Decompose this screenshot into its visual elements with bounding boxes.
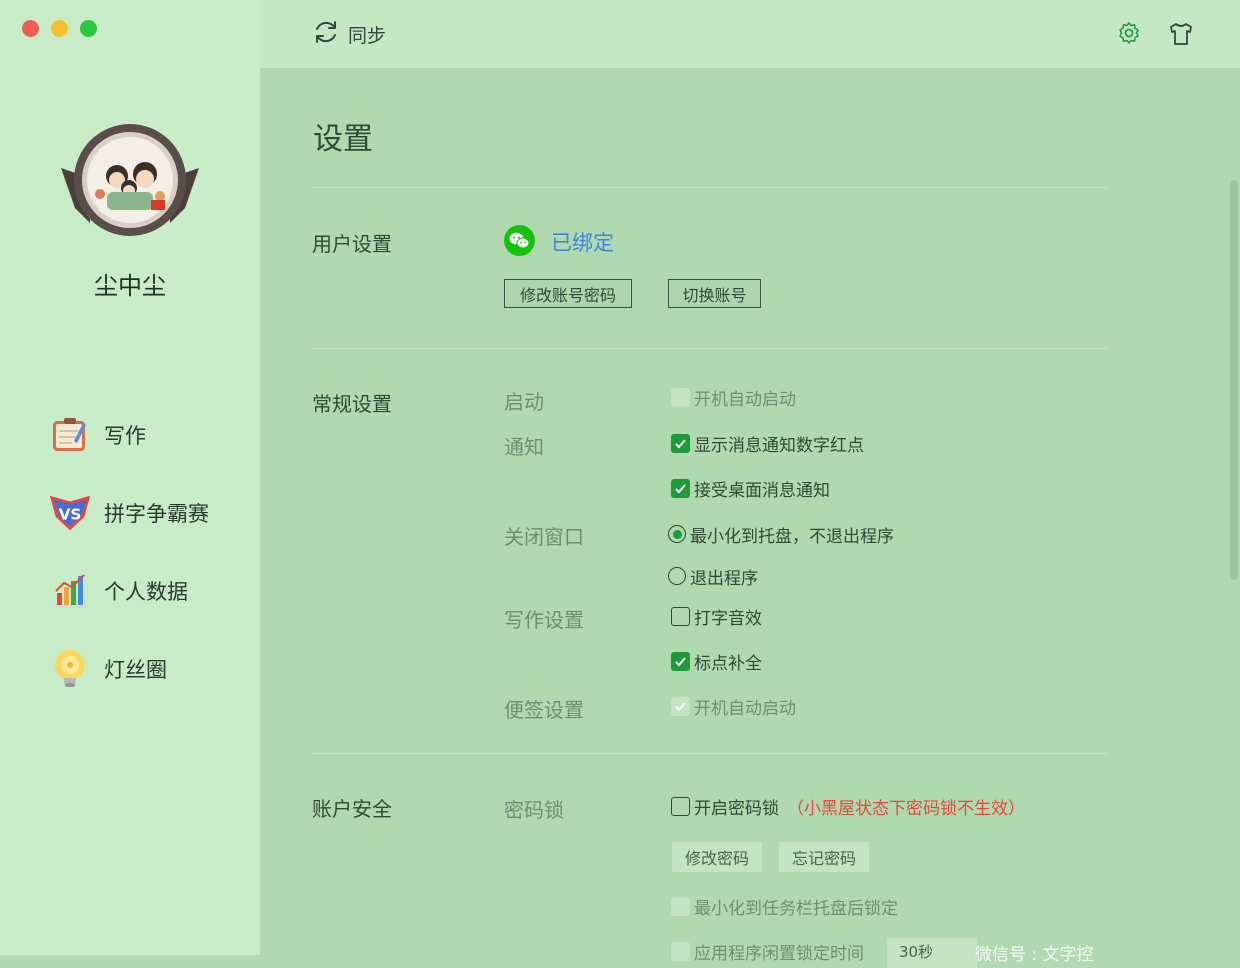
- gear-icon[interactable]: [1117, 21, 1141, 49]
- section-title-general: 常规设置: [312, 392, 392, 416]
- skin-shirt-icon[interactable]: [1168, 21, 1194, 51]
- idle-lock-option: 应用程序闲置锁定时间: [671, 940, 864, 964]
- avatar[interactable]: [55, 118, 205, 243]
- notify-badge-option[interactable]: 显示消息通知数字红点: [671, 432, 864, 456]
- note-startup-option: 开机自动启动: [671, 695, 796, 719]
- sidebar-item-write[interactable]: 写作: [48, 396, 209, 474]
- punctuation-complete-checkbox[interactable]: [671, 651, 690, 671]
- divider: [312, 187, 1108, 188]
- minimize-to-tray-option[interactable]: 最小化到托盘，不退出程序: [668, 523, 894, 547]
- minimize-to-tray-radio[interactable]: [668, 525, 686, 543]
- sync-label: 同步: [348, 24, 387, 47]
- close-window-label: 关闭窗口: [504, 525, 584, 549]
- option-label: 显示消息通知数字红点: [694, 435, 864, 456]
- sidebar-item-label: 写作: [104, 424, 146, 448]
- modify-password-button[interactable]: 修改密码: [672, 842, 762, 872]
- desktop-notify-checkbox[interactable]: [671, 478, 690, 498]
- startup-label: 启动: [504, 390, 544, 414]
- option-label: 最小化到任务栏托盘后锁定: [694, 898, 898, 919]
- change-account-password-button[interactable]: 修改账号密码: [504, 279, 632, 308]
- option-label: 标点补全: [694, 653, 762, 674]
- option-label: 退出程序: [690, 568, 758, 589]
- option-label: 打字音效: [694, 608, 762, 629]
- typing-sound-checkbox[interactable]: [671, 606, 690, 626]
- notify-badge-checkbox[interactable]: [671, 433, 690, 453]
- punctuation-complete-option[interactable]: 标点补全: [671, 650, 762, 674]
- sidebar-item-label: 灯丝圈: [104, 658, 167, 682]
- desktop-notify-option[interactable]: 接受桌面消息通知: [671, 477, 830, 501]
- sidebar: 尘中尘 写作 VS 拼字争霸赛 个人数据 灯丝圈: [0, 0, 260, 955]
- section-title-security: 账户安全: [312, 797, 392, 821]
- zoom-window-button[interactable]: [80, 20, 97, 37]
- page-title: 设置: [313, 122, 373, 157]
- minimize-lock-option: 最小化到任务栏托盘后锁定: [671, 895, 898, 919]
- option-label: 最小化到托盘，不退出程序: [690, 526, 894, 547]
- sidebar-item-stats[interactable]: 个人数据: [48, 552, 209, 630]
- switch-account-button[interactable]: 切换账号: [668, 279, 761, 308]
- writing-settings-label: 写作设置: [504, 608, 584, 632]
- settings-panel: [260, 68, 1240, 955]
- sidebar-item-circle[interactable]: 灯丝圈: [48, 630, 209, 708]
- close-window-button[interactable]: [22, 20, 39, 37]
- username: 尘中尘: [94, 272, 166, 300]
- lightbulb-icon: [48, 647, 92, 691]
- sidebar-nav: 写作 VS 拼字争霸赛 个人数据 灯丝圈: [48, 396, 209, 708]
- forgot-password-button[interactable]: 忘记密码: [779, 842, 869, 872]
- option-label: 应用程序闲置锁定时间: [694, 943, 864, 964]
- divider: [312, 753, 1108, 754]
- idle-time-select[interactable]: 30秒: [887, 938, 977, 968]
- scrollbar[interactable]: [1230, 180, 1238, 580]
- bar-chart-icon: [48, 569, 92, 613]
- sync-icon: [312, 18, 340, 50]
- password-lock-warning: （小黑屋状态下密码锁不生效）: [787, 798, 1025, 819]
- vs-badge-icon: VS: [48, 491, 92, 535]
- note-startup-checkbox: [671, 696, 690, 716]
- password-lock-label: 密码锁: [504, 798, 564, 822]
- password-lock-option[interactable]: 开启密码锁 （小黑屋状态下密码锁不生效）: [671, 795, 1025, 819]
- sidebar-item-label: 拼字争霸赛: [104, 502, 209, 526]
- startup-checkbox: [671, 387, 690, 407]
- exit-program-option[interactable]: 退出程序: [668, 565, 758, 589]
- sidebar-item-label: 个人数据: [104, 580, 188, 604]
- minimize-window-button[interactable]: [51, 20, 68, 37]
- notepad-icon: [48, 413, 92, 457]
- idle-lock-checkbox: [671, 941, 690, 961]
- option-label: 开机自动启动: [694, 698, 796, 719]
- sync-button[interactable]: 同步: [312, 18, 386, 50]
- sidebar-item-contest[interactable]: VS 拼字争霸赛: [48, 474, 209, 552]
- note-settings-label: 便签设置: [504, 698, 584, 722]
- option-label: 开启密码锁: [694, 798, 779, 819]
- notify-label: 通知: [504, 435, 544, 459]
- password-lock-checkbox[interactable]: [671, 796, 690, 816]
- exit-program-radio[interactable]: [668, 567, 686, 585]
- divider: [312, 348, 1108, 349]
- startup-option: 开机自动启动: [671, 386, 796, 410]
- wechat-icon: [504, 225, 535, 256]
- top-bar: 同步: [260, 0, 1240, 68]
- section-title-user: 用户设置: [312, 232, 392, 256]
- bound-status[interactable]: 已绑定: [551, 227, 614, 257]
- watermark: 微信号 : 文字控: [975, 945, 1094, 965]
- svg-text:VS: VS: [59, 506, 82, 524]
- minimize-lock-checkbox: [671, 896, 690, 916]
- option-label: 开机自动启动: [694, 389, 796, 410]
- typing-sound-option[interactable]: 打字音效: [671, 605, 762, 629]
- option-label: 接受桌面消息通知: [694, 480, 830, 501]
- window-controls: [22, 20, 97, 37]
